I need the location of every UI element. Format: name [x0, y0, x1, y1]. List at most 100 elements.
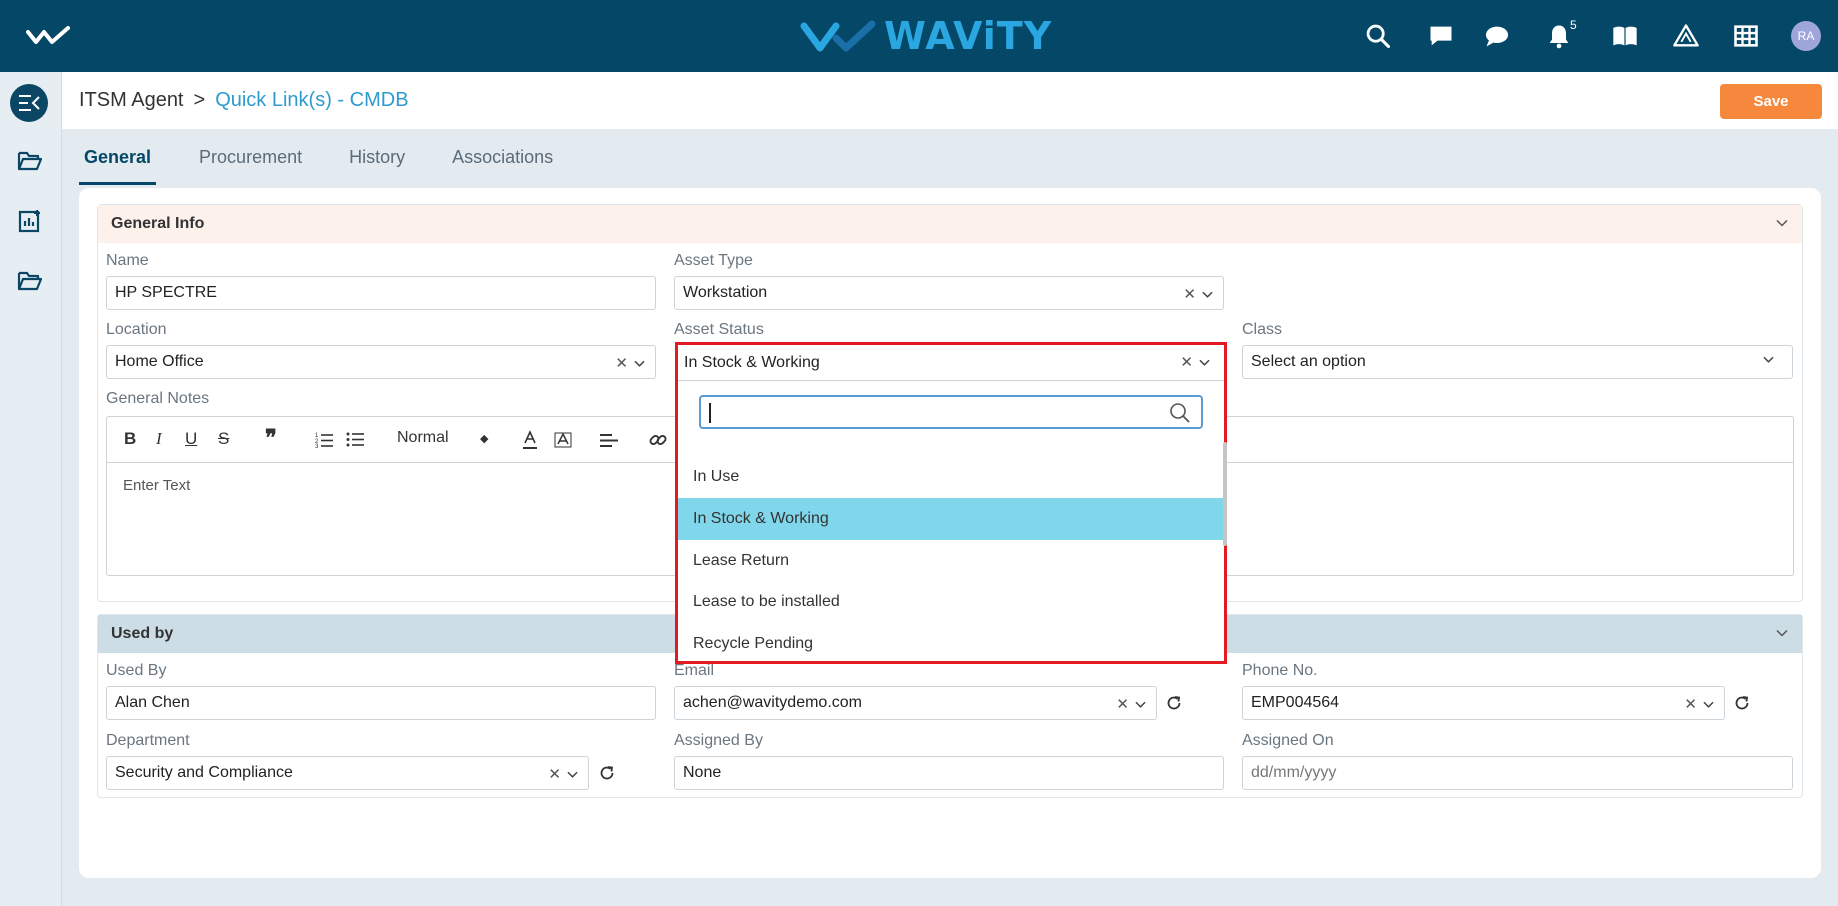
location-value: Home Office — [115, 353, 204, 370]
chevron-down-icon[interactable] — [1703, 699, 1714, 710]
chevron-down-icon[interactable] — [1135, 699, 1146, 710]
asset-type-select[interactable]: Workstation ✕ — [674, 276, 1224, 310]
brand-name: WAViTY — [884, 14, 1053, 58]
email-value: achen@wavitydemo.com — [683, 694, 862, 711]
status-option[interactable]: Lease to be installed — [678, 581, 1224, 623]
name-field[interactable]: HP SPECTRE — [106, 276, 656, 310]
breadcrumb-root[interactable]: ITSM Agent — [79, 89, 184, 112]
italic-icon[interactable]: I — [156, 429, 162, 449]
department-value: Security and Compliance — [115, 764, 293, 781]
left-sidebar — [0, 72, 62, 906]
chevron-down-icon[interactable] — [1776, 217, 1788, 229]
status-search-input[interactable] — [699, 395, 1203, 429]
email-select[interactable]: achen@wavitydemo.com ✕ — [674, 686, 1157, 720]
link-icon[interactable] — [649, 431, 667, 449]
class-select[interactable]: Select an option — [1242, 345, 1793, 379]
status-option[interactable]: Recycle Pending — [678, 623, 1224, 665]
clear-icon[interactable]: ✕ — [1183, 285, 1196, 303]
tab-history[interactable]: History — [344, 145, 410, 185]
brand-mark-icon — [800, 20, 876, 52]
assigned-by-field[interactable]: None — [674, 756, 1224, 790]
location-select[interactable]: Home Office ✕ — [106, 345, 656, 379]
location-label: Location — [106, 321, 167, 338]
general-info-title: General Info — [111, 215, 205, 232]
department-label: Department — [106, 732, 190, 749]
status-option[interactable]: Lease Return — [678, 540, 1224, 582]
assigned-by-label: Assigned By — [674, 732, 763, 749]
chevron-down-icon[interactable] — [1202, 289, 1213, 300]
breadcrumb-current[interactable]: Quick Link(s) - CMDB — [215, 89, 408, 112]
bullet-list-icon[interactable] — [346, 431, 364, 448]
refresh-icon[interactable] — [1733, 694, 1751, 712]
used-by-field[interactable]: Alan Chen — [106, 686, 656, 720]
tab-bar: General Procurement History Associations — [79, 145, 595, 185]
assigned-by-value: None — [683, 764, 722, 781]
knowledge-book-icon[interactable] — [1611, 22, 1639, 50]
collapse-menu-icon — [19, 95, 40, 111]
clear-icon[interactable]: ✕ — [548, 765, 561, 783]
refresh-icon[interactable] — [1165, 694, 1183, 712]
chevron-down-icon[interactable] — [634, 358, 645, 369]
general-info-header[interactable]: General Info — [98, 205, 1802, 243]
font-color-icon[interactable] — [522, 430, 538, 450]
department-select[interactable]: Security and Compliance ✕ — [106, 756, 589, 790]
clear-icon[interactable]: ✕ — [615, 354, 628, 372]
notes-placeholder: Enter Text — [123, 477, 191, 494]
save-button[interactable]: Save — [1720, 84, 1822, 119]
chevron-down-icon[interactable] — [1776, 627, 1788, 639]
class-placeholder: Select an option — [1251, 353, 1366, 370]
warning-triangle-icon[interactable] — [1672, 22, 1700, 50]
general-notes-label: General Notes — [106, 390, 210, 407]
user-avatar[interactable]: RA — [1791, 21, 1821, 51]
report-chart-icon[interactable] — [17, 208, 43, 234]
folder-icon[interactable] — [17, 268, 43, 294]
background-color-icon[interactable] — [554, 430, 572, 450]
dropdown-scrollbar[interactable] — [1223, 442, 1227, 546]
search-icon — [1170, 403, 1190, 423]
used-by-title: Used by — [111, 625, 174, 642]
assigned-on-date-field[interactable]: dd/mm/yyyy — [1242, 756, 1793, 790]
clear-icon[interactable]: ✕ — [1684, 695, 1697, 713]
tab-general[interactable]: General — [79, 145, 157, 185]
sidebar-toggle-button[interactable] — [10, 84, 48, 122]
clear-icon[interactable]: ✕ — [1180, 353, 1193, 371]
blockquote-icon[interactable]: ❞ — [265, 425, 277, 451]
strikethrough-icon[interactable]: S — [218, 429, 229, 449]
search-icon[interactable] — [1364, 22, 1392, 50]
tab-procurement[interactable]: Procurement — [194, 145, 307, 185]
chevron-down-icon[interactable] — [1763, 354, 1774, 365]
phone-value: EMP004564 — [1251, 694, 1340, 711]
ordered-list-icon[interactable]: 123 — [315, 431, 333, 448]
chevron-down-icon[interactable] — [1199, 357, 1210, 368]
message-icon[interactable] — [1427, 22, 1455, 50]
name-value: HP SPECTRE — [115, 284, 217, 301]
asset-type-value: Workstation — [683, 284, 768, 301]
notification-bell-icon[interactable] — [1545, 22, 1573, 50]
refresh-icon[interactable] — [598, 764, 616, 782]
align-left-icon[interactable] — [600, 433, 618, 448]
name-label: Name — [106, 252, 149, 269]
class-label: Class — [1242, 321, 1283, 338]
top-bar: WAViTY 5 RA — [0, 0, 1838, 72]
text-format-select[interactable]: Normal — [397, 429, 449, 447]
status-option[interactable]: In Use — [678, 456, 1224, 498]
tab-associations[interactable]: Associations — [447, 145, 558, 185]
folder-open-icon[interactable] — [17, 148, 43, 174]
asset-status-value: In Stock & Working — [684, 353, 820, 371]
apps-grid-icon[interactable] — [1732, 22, 1760, 50]
bold-icon[interactable]: B — [124, 429, 136, 449]
home-logo-icon[interactable] — [26, 26, 70, 46]
breadcrumb-separator: > — [193, 89, 206, 111]
underline-icon[interactable]: U — [185, 429, 197, 449]
phone-select[interactable]: EMP004564 ✕ — [1242, 686, 1725, 720]
svg-text:3: 3 — [315, 444, 319, 448]
used-by-value: Alan Chen — [115, 694, 190, 711]
chat-icon[interactable] — [1483, 22, 1511, 50]
asset-type-label: Asset Type — [674, 252, 753, 269]
asset-status-dropdown[interactable]: In Stock & Working ✕ In Use In Stock & W… — [675, 342, 1227, 664]
chevron-down-icon[interactable] — [567, 769, 578, 780]
status-option-selected[interactable]: In Stock & Working — [678, 498, 1224, 540]
format-select-arrows-icon[interactable]: ◆ — [480, 432, 488, 445]
clear-icon[interactable]: ✕ — [1116, 695, 1129, 713]
asset-status-select[interactable]: In Stock & Working ✕ — [678, 345, 1224, 381]
